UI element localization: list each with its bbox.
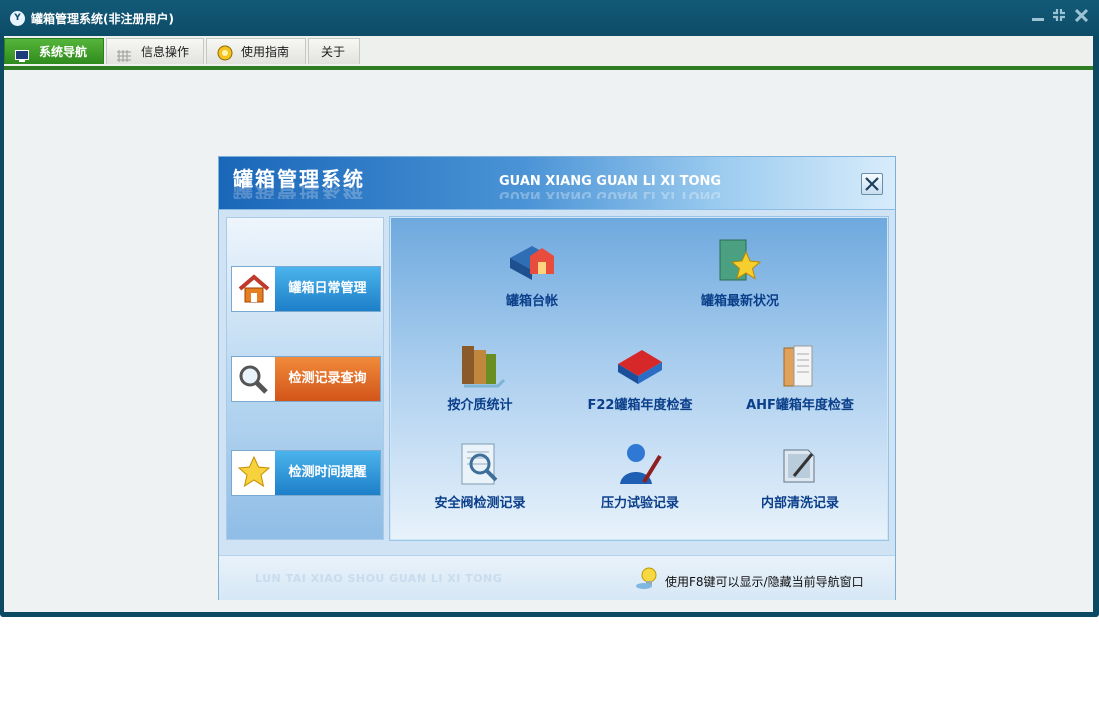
pressure-test-record-item[interactable]: 压力试验记录 (565, 440, 715, 520)
title-bar: Y 罐箱管理系统(非注册用户) (0, 0, 1099, 36)
star-icon (232, 451, 275, 495)
tab-user-guide[interactable]: 使用指南 (206, 38, 306, 64)
dialog-subtitle-reflection: GUAN XIANG GUAN LI XI TONG (499, 189, 722, 199)
dialog-subtitle: GUAN XIANG GUAN LI XI TONG (499, 174, 722, 189)
house-icon (232, 267, 275, 311)
media-statistics-item[interactable]: 按介质统计 (405, 342, 555, 422)
daily-management-button[interactable]: 罐箱日常管理 (231, 266, 381, 312)
grid-icon (117, 45, 131, 62)
compass-icon (217, 44, 233, 61)
ledger-item[interactable]: 罐箱台帐 (457, 238, 607, 318)
navigation-dialog: 罐箱管理系统 罐箱管理系统 GUAN XIANG GUAN LI XI TONG… (218, 156, 896, 600)
tab-info-operation[interactable]: 信息操作 (106, 38, 204, 64)
yo-logo-icon: Y (10, 11, 25, 26)
user-pen-icon (614, 440, 666, 490)
record-query-button[interactable]: 检测记录查询 (231, 356, 381, 402)
edit-folder-icon (774, 440, 826, 490)
red-folder-icon (614, 342, 666, 392)
lightbulb-icon (635, 566, 661, 590)
paper-stack-icon (774, 342, 826, 392)
monitor-icon (15, 45, 29, 62)
tab-system-navigation[interactable]: 系统导航 (4, 38, 104, 64)
latest-status-item[interactable]: 罐箱最新状况 (665, 238, 815, 318)
dialog-footer: LUN TAI XIAO SHOU GUAN LI XI TONG 使用F8键可… (219, 555, 895, 600)
dialog-title-reflection: 罐箱管理系统 (233, 183, 365, 199)
tab-about[interactable]: 关于 (308, 38, 360, 64)
restore-icon[interactable] (1052, 8, 1066, 26)
footer-tip: 使用F8键可以显示/隐藏当前导航窗口 (665, 575, 864, 589)
f22-annual-inspection-item[interactable]: F22罐箱年度检查 (565, 342, 715, 422)
time-reminder-button[interactable]: 检测时间提醒 (231, 450, 381, 496)
menu-bar: 系统导航 信息操作 使用指南 关于 (4, 36, 1093, 70)
internal-cleaning-record-item[interactable]: 内部清洗记录 (725, 440, 875, 520)
footer-watermark: LUN TAI XIAO SHOU GUAN LI XI TONG (255, 572, 503, 585)
magnifier-icon (232, 357, 275, 401)
minimize-icon[interactable] (1032, 8, 1044, 26)
books-icon (454, 342, 506, 392)
house-book-icon (506, 238, 558, 288)
safety-valve-record-item[interactable]: 安全阀检测记录 (405, 440, 555, 520)
window-title: 罐箱管理系统(非注册用户) (31, 12, 174, 26)
close-icon[interactable] (1074, 8, 1089, 26)
left-button-panel: 罐箱日常管理 检测记录查询 检测时间提醒 (226, 217, 384, 540)
function-grid: 罐箱台帐 罐箱最新状况 按介质统计 F22罐箱年度检查 AHF罐箱年度检查 安全… (390, 217, 888, 540)
dialog-header: 罐箱管理系统 罐箱管理系统 GUAN XIANG GUAN LI XI TONG… (219, 157, 895, 210)
ahf-annual-inspection-item[interactable]: AHF罐箱年度检查 (725, 342, 875, 422)
dialog-close-button[interactable] (861, 173, 883, 195)
search-document-icon (454, 440, 506, 490)
star-card-icon (714, 238, 766, 288)
